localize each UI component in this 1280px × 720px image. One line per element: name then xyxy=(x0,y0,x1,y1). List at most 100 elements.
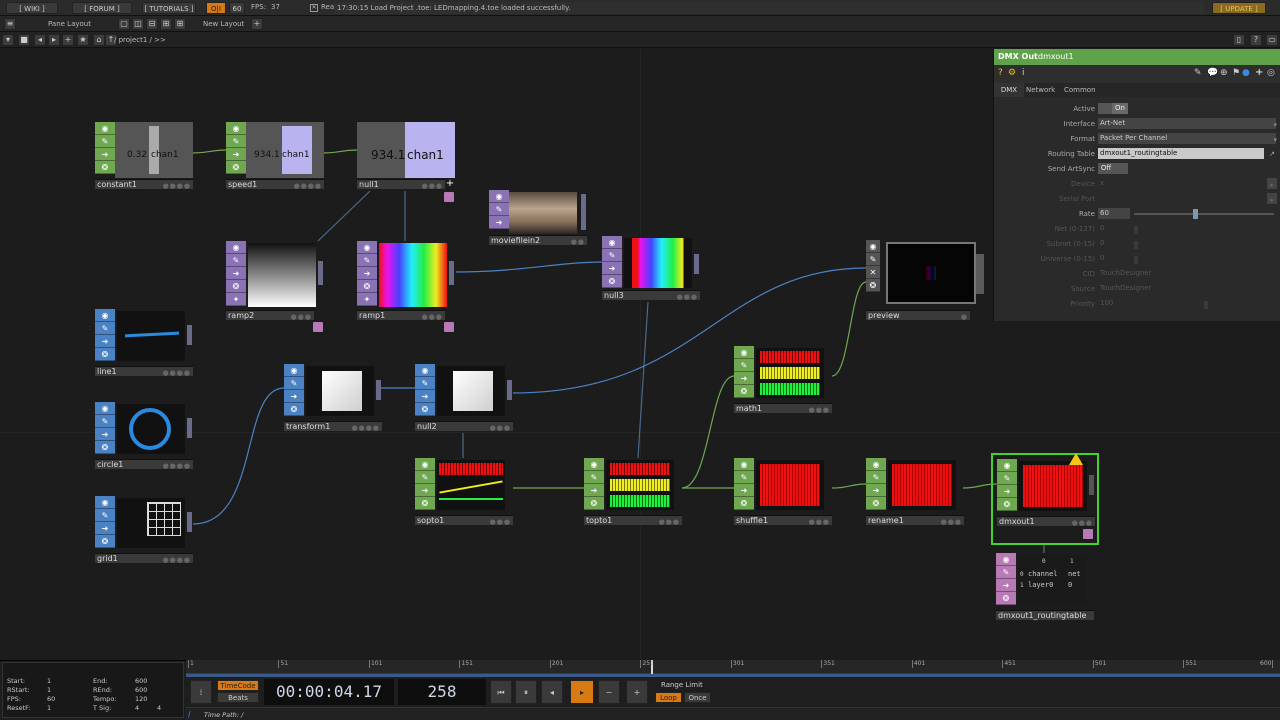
node-name[interactable]: transform1 ●●●● xyxy=(284,421,382,432)
viewer-toggle-icon[interactable]: ◉ xyxy=(95,496,115,509)
node-dmxout1-routingtable[interactable]: ◉ ✎ ➜ ❂ 0 1 0 channel net 1 layer0 0 dmxout… xyxy=(996,553,1094,621)
slider-handle[interactable] xyxy=(1134,226,1138,234)
rstart-value[interactable]: 1 xyxy=(47,686,51,694)
display-flag-icon[interactable]: ✎ xyxy=(226,254,246,267)
viewer-toggle-icon[interactable]: ◉ xyxy=(734,458,754,471)
beats-mode-button[interactable]: Beats xyxy=(217,692,259,703)
edit-icon[interactable]: ✎ xyxy=(1194,68,1202,78)
bypass-flag-icon[interactable]: ❂ xyxy=(95,161,115,174)
step-back-icon[interactable]: − xyxy=(598,680,620,704)
display-flag-icon[interactable]: ✎ xyxy=(284,377,304,390)
node-dmxout1[interactable]: ◉ ✎ ➜ ❂ dmxout1 ●●● xyxy=(991,453,1099,545)
display-flag-icon[interactable]: ✎ xyxy=(95,415,115,428)
output-connector[interactable] xyxy=(449,261,454,285)
node-name[interactable]: grid1 ●●●● xyxy=(95,553,193,564)
node-name[interactable]: constant1 ●●●● xyxy=(95,179,193,190)
bypass-flag-icon[interactable]: ❂ xyxy=(415,497,435,510)
bypass-flag-icon[interactable]: ❂ xyxy=(415,403,435,416)
node-circle1[interactable]: ◉ ✎ ➜ ❂ circle1 ●●●● xyxy=(95,402,193,470)
display-flag-icon[interactable]: ✎ xyxy=(866,471,886,484)
export-flag-icon[interactable]: ➜ xyxy=(357,267,377,280)
export-flag-icon[interactable]: ➜ xyxy=(997,485,1017,498)
node-math1[interactable]: ◉ ✎ ➜ ❂ math1 ●●● xyxy=(734,346,832,414)
routing-table-field[interactable]: dmxout1_routingtable xyxy=(1098,148,1264,159)
flag-icon[interactable]: ⚑ xyxy=(1232,68,1240,78)
viewer-toggle-icon[interactable]: ◉ xyxy=(415,458,435,471)
bypass-flag-icon[interactable]: ❂ xyxy=(866,279,880,292)
slider-handle[interactable] xyxy=(1204,301,1208,309)
help-icon[interactable]: ? xyxy=(998,68,1003,78)
rend-value[interactable]: 600 xyxy=(135,686,147,694)
loop-button[interactable]: Loop xyxy=(655,692,682,703)
play-forward-icon[interactable]: ▸ xyxy=(570,680,594,704)
bypass-flag-icon[interactable]: ❂ xyxy=(602,275,622,288)
output-connector[interactable] xyxy=(318,261,323,285)
expand-icon[interactable]: ⊕ xyxy=(1220,68,1228,78)
viewer-toggle-icon[interactable]: ◉ xyxy=(866,458,886,471)
export-flag-icon[interactable]: ➜ xyxy=(95,148,115,161)
pause-icon[interactable]: ⏸ xyxy=(515,680,537,704)
bypass-flag-icon[interactable]: ❂ xyxy=(584,497,604,510)
bypass-flag-icon[interactable]: ❂ xyxy=(996,592,1016,605)
display-flag-icon[interactable]: ✎ xyxy=(95,509,115,522)
tab-common[interactable]: Common xyxy=(1064,83,1096,97)
add-icon[interactable]: + xyxy=(1255,67,1263,78)
node-name[interactable]: rename1 ●●● xyxy=(866,515,964,526)
node-name[interactable]: ramp2 ●●● xyxy=(226,310,314,321)
bypass-flag-icon[interactable]: ❂ xyxy=(866,497,886,510)
node-preview[interactable]: ◉ ✎ ✕ ❂ preview ● xyxy=(866,240,986,322)
universe-field[interactable]: 0 xyxy=(1098,253,1104,264)
export-flag-icon[interactable]: ➜ xyxy=(734,484,754,497)
bypass-flag-icon[interactable]: ❂ xyxy=(95,441,115,454)
node-speed1[interactable]: ◉ ✎ ➜ ❂ 934.1 chan1 speed1 ●●●● xyxy=(226,122,324,190)
node-name[interactable]: null2 ●●● xyxy=(415,421,513,432)
display-flag-icon[interactable]: ✎ xyxy=(489,203,509,216)
target-icon[interactable]: ◎ xyxy=(1267,68,1275,78)
warning-icon[interactable] xyxy=(1069,453,1083,465)
node-topto1[interactable]: ◉ ✎ ➜ ❂ topto1 ●●● xyxy=(584,458,682,526)
lock-flag-icon[interactable]: ✦ xyxy=(226,293,246,306)
comment-icon[interactable]: 💬 xyxy=(1207,68,1218,78)
play-backward-icon[interactable]: ◂ xyxy=(541,680,563,704)
bypass-flag-icon[interactable]: ❂ xyxy=(95,348,115,361)
viewer-toggle-icon[interactable]: ◉ xyxy=(95,309,115,322)
rate-slider[interactable] xyxy=(1134,213,1274,215)
viewer-toggle-icon[interactable]: ◉ xyxy=(866,240,880,253)
export-flag-icon[interactable]: ➜ xyxy=(415,484,435,497)
tempo-value[interactable]: 120 xyxy=(135,695,147,703)
artsync-toggle[interactable]: Off xyxy=(1098,163,1128,174)
slider-handle[interactable] xyxy=(1134,241,1138,249)
priority-field[interactable]: 100 xyxy=(1098,298,1113,309)
node-name[interactable]: topto1 ●●● xyxy=(584,515,682,526)
viewer-toggle-icon[interactable]: ◉ xyxy=(284,364,304,377)
bypass-flag-icon[interactable]: ❂ xyxy=(226,280,246,293)
output-connector[interactable] xyxy=(1089,475,1094,495)
cid-field[interactable]: TouchDesigner xyxy=(1098,268,1151,279)
output-connector[interactable] xyxy=(187,418,192,438)
display-flag-icon[interactable]: ✎ xyxy=(415,471,435,484)
node-name[interactable]: dmxout1_routingtable xyxy=(996,610,1094,620)
node-sopto1[interactable]: ◉ ✎ ➜ ❂ sopto1 ●●● xyxy=(415,458,513,526)
viewer-toggle-icon[interactable]: ◉ xyxy=(415,364,435,377)
node-name[interactable]: line1 ●●●● xyxy=(95,366,193,377)
dat-link-icon[interactable] xyxy=(444,322,454,332)
node-name[interactable]: preview ● xyxy=(866,310,970,321)
time-path-label[interactable]: Time Path: / xyxy=(204,711,243,719)
rewind-icon[interactable]: ⏮ xyxy=(490,680,512,704)
viewer-toggle-icon[interactable]: ◉ xyxy=(95,402,115,415)
viewer-toggle-icon[interactable]: ◉ xyxy=(489,190,509,203)
viewer-toggle-icon[interactable]: ◉ xyxy=(95,122,115,135)
step-forward-icon[interactable]: + xyxy=(626,680,648,704)
export-flag-icon[interactable]: ➜ xyxy=(584,484,604,497)
export-flag-icon[interactable]: ➜ xyxy=(226,267,246,280)
resetf-value[interactable]: 1 xyxy=(47,704,51,712)
output-connector[interactable] xyxy=(694,254,699,274)
dat-link-icon[interactable] xyxy=(444,192,454,202)
node-name[interactable]: circle1 ●●●● xyxy=(95,459,193,470)
bypass-flag-icon[interactable]: ❂ xyxy=(357,280,377,293)
format-dropdown[interactable]: Packet Per Channel xyxy=(1098,133,1276,144)
viewer-toggle-icon[interactable]: ◉ xyxy=(357,241,377,254)
node-null3[interactable]: ◉ ✎ ➜ ❂ null3 ●●● xyxy=(602,236,700,302)
end-value[interactable]: 600 xyxy=(135,677,147,685)
node-name[interactable]: moviefilein2 ●● xyxy=(489,235,587,246)
